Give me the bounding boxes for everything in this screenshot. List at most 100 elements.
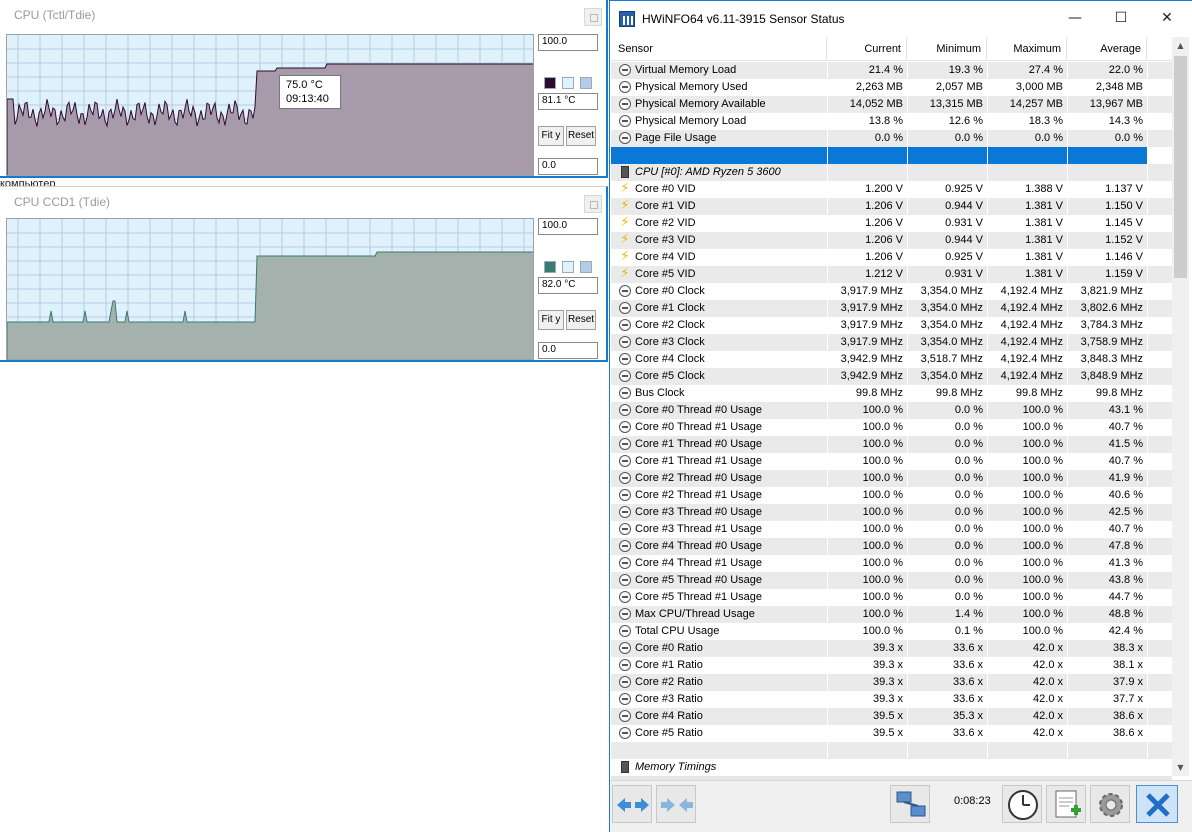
vertical-scrollbar[interactable]: ▲ ▼ [1172, 37, 1189, 776]
background-color-swatch[interactable] [562, 261, 574, 273]
column-header-minimum[interactable]: Minimum [907, 37, 987, 61]
fit-y-button[interactable]: Fit y [538, 126, 564, 146]
graph-window-cpu-ccd1[interactable]: CPU CCD1 (Tdie) 100.0 82.0 °C Fit y Rese… [0, 186, 608, 362]
settings-button[interactable] [1090, 785, 1130, 823]
column-separator [907, 385, 908, 402]
graph-close-button[interactable] [584, 195, 602, 213]
expand-all-button[interactable] [612, 785, 652, 823]
reset-button[interactable]: Reset [566, 310, 596, 330]
background-color-swatch[interactable] [562, 77, 574, 89]
graph-window-cpu-tctl[interactable]: CPU (Tctl/Tdie) 75.0 °C 09:13:40 100.0 8… [0, 0, 608, 178]
table-row[interactable]: Core #0 Thread #1 Usage 100.0 % 0.0 % 100.0… [611, 419, 1172, 436]
column-separator [827, 725, 828, 742]
column-separator [987, 283, 988, 300]
table-row[interactable]: Core #4 Thread #0 Usage 100.0 % 0.0 % 100.0… [611, 538, 1172, 555]
sensor-gauge-icon [619, 404, 631, 416]
table-row[interactable]: ⚡ Core #0 VID 1.200 V 0.925 V 1.388 V 1.137 V [611, 181, 1172, 198]
column-header-maximum[interactable]: Maximum [987, 37, 1067, 61]
table-row[interactable]: ⚡ Core #1 VID 1.206 V 0.944 V 1.381 V 1.150 V [611, 198, 1172, 215]
column-separator [1067, 589, 1068, 606]
sensor-group-row[interactable]: Memory Timings [611, 759, 1172, 776]
grid-color-swatch[interactable] [580, 261, 592, 273]
title-bar[interactable]: HWiNFO64 v6.11-3915 Sensor Status — ☐ ✕ [610, 1, 1192, 35]
fit-y-button[interactable]: Fit y [538, 310, 564, 330]
sensor-label: Core #5 Thread #0 Usage [635, 574, 762, 586]
table-row[interactable]: Core #2 Clock 3,917.9 MHz 3,354.0 MHz 4,192… [611, 317, 1172, 334]
table-row[interactable]: Virtual Memory Load 21.4 % 19.3 % 27.4 % 22.… [611, 62, 1172, 79]
table-row[interactable]: ⚡ Core #3 VID 1.206 V 0.944 V 1.381 V 1.152 V [611, 232, 1172, 249]
table-row[interactable]: Core #3 Thread #0 Usage 100.0 % 0.0 % 100.0… [611, 504, 1172, 521]
table-row[interactable]: Core #1 Thread #0 Usage 100.0 % 0.0 % 100.0… [611, 436, 1172, 453]
sensor-table[interactable]: Sensor Current Minimum Maximum Average V… [611, 37, 1172, 776]
table-row[interactable]: Core #1 Clock 3,917.9 MHz 3,354.0 MHz 4,192… [611, 300, 1172, 317]
add-report-button[interactable] [1046, 785, 1086, 823]
column-header-sensor[interactable]: Sensor [611, 37, 827, 61]
table-row[interactable]: Physical Memory Load 13.8 % 12.6 % 18.3 % 14… [611, 113, 1172, 130]
maximum-value: 100.0 % [1022, 421, 1063, 433]
table-row[interactable]: Core #3 Clock 3,917.9 MHz 3,354.0 MHz 4,192… [611, 334, 1172, 351]
table-row[interactable]: Core #1 Ratio 39.3 x 33.6 x 42.0 x 38.1 x [611, 657, 1172, 674]
table-row[interactable]: Bus Clock 99.8 MHz 99.8 MHz 99.8 MHz 99.8 MH… [611, 385, 1172, 402]
table-row[interactable]: Core #0 Ratio 39.3 x 33.6 x 42.0 x 38.3 x [611, 640, 1172, 657]
table-row[interactable]: Core #4 Clock 3,942.9 MHz 3,518.7 MHz 4,192… [611, 351, 1172, 368]
grid-color-swatch[interactable] [580, 77, 592, 89]
table-row[interactable]: Core #2 Thread #0 Usage 100.0 % 0.0 % 100.0… [611, 470, 1172, 487]
average-value: 1.159 V [1105, 268, 1143, 280]
collapse-all-button[interactable] [656, 785, 696, 823]
graph-min-field[interactable]: 0.0 [538, 158, 598, 175]
minimize-button[interactable]: — [1052, 1, 1098, 35]
scroll-thumb[interactable] [1174, 56, 1187, 278]
scroll-up-arrow-icon[interactable]: ▲ [1172, 37, 1189, 54]
graph-min-field[interactable]: 0.0 [538, 342, 598, 359]
table-row[interactable]: Core #4 Ratio 39.5 x 35.3 x 42.0 x 38.6 x [611, 708, 1172, 725]
table-row[interactable] [611, 147, 1172, 164]
clock-button[interactable] [1002, 785, 1042, 823]
table-row[interactable]: Core #5 Thread #1 Usage 100.0 % 0.0 % 100.0… [611, 589, 1172, 606]
sensor-label: Core #3 Thread #1 Usage [635, 523, 762, 535]
table-row[interactable]: Core #5 Clock 3,942.9 MHz 3,354.0 MHz 4,192… [611, 368, 1172, 385]
table-row[interactable]: Core #0 Thread #0 Usage 100.0 % 0.0 % 100.0… [611, 402, 1172, 419]
table-row[interactable]: ⚡ Core #5 VID 1.212 V 0.931 V 1.381 V 1.159 V [611, 266, 1172, 283]
table-row[interactable]: Core #2 Ratio 39.3 x 33.6 x 42.0 x 37.9 x [611, 674, 1172, 691]
graph-max-field[interactable]: 100.0 [538, 218, 598, 235]
table-row[interactable]: Physical Memory Used 2,263 MB 2,057 MB 3,00… [611, 79, 1172, 96]
column-separator [1147, 113, 1148, 130]
column-header-current[interactable]: Current [827, 37, 907, 61]
graph-plot-area[interactable] [6, 218, 534, 360]
table-row[interactable]: Core #2 Thread #1 Usage 100.0 % 0.0 % 100.0… [611, 487, 1172, 504]
series-color-swatch[interactable] [544, 261, 556, 273]
table-row[interactable]: Physical Memory Available 14,052 MB 13,315… [611, 96, 1172, 113]
table-row[interactable] [611, 742, 1172, 759]
table-row[interactable]: Core #5 Thread #0 Usage 100.0 % 0.0 % 100.0… [611, 572, 1172, 589]
graph-close-button[interactable] [584, 8, 602, 26]
table-row[interactable]: ⚡ Core #4 VID 1.206 V 0.925 V 1.381 V 1.146 V [611, 249, 1172, 266]
table-row[interactable]: Core #0 Clock 3,917.9 MHz 3,354.0 MHz 4,192… [611, 283, 1172, 300]
column-header-average[interactable]: Average [1067, 37, 1147, 61]
sensor-gauge-icon [619, 132, 631, 144]
series-color-swatch[interactable] [544, 77, 556, 89]
current-value: 1.206 V [865, 217, 903, 229]
table-row[interactable]: Page File Usage 0.0 % 0.0 % 0.0 % 0.0 % [611, 130, 1172, 147]
network-button[interactable] [890, 785, 930, 823]
column-separator [907, 351, 908, 368]
sensor-gauge-icon [619, 523, 631, 535]
reset-button[interactable]: Reset [566, 126, 596, 146]
table-row[interactable]: Core #5 Ratio 39.5 x 33.6 x 42.0 x 38.6 x [611, 725, 1172, 742]
network-icon [896, 791, 926, 817]
maximum-value [987, 742, 1063, 759]
table-row[interactable]: ⚡ Core #2 VID 1.206 V 0.931 V 1.381 V 1.145 V [611, 215, 1172, 232]
table-row[interactable]: Max CPU/Thread Usage 100.0 % 1.4 % 100.0 % 4… [611, 606, 1172, 623]
graph-max-field[interactable]: 100.0 [538, 34, 598, 51]
maximize-button[interactable]: ☐ [1098, 1, 1144, 35]
table-row[interactable]: Core #4 Thread #1 Usage 100.0 % 0.0 % 100.0… [611, 555, 1172, 572]
table-row[interactable]: Core #1 Thread #1 Usage 100.0 % 0.0 % 100.0… [611, 453, 1172, 470]
graph-plot-area[interactable]: 75.0 °C 09:13:40 [6, 34, 534, 176]
table-row[interactable]: Core #3 Thread #1 Usage 100.0 % 0.0 % 100.0… [611, 521, 1172, 538]
table-row[interactable]: Core #3 Ratio 39.3 x 33.6 x 42.0 x 37.7 x [611, 691, 1172, 708]
sensor-group-row[interactable]: CPU [#0]: AMD Ryzen 5 3600 [611, 164, 1172, 181]
scroll-down-arrow-icon[interactable]: ▼ [1172, 759, 1189, 776]
close-sensors-button[interactable] [1136, 785, 1178, 823]
table-row[interactable]: Total CPU Usage 100.0 % 0.1 % 100.0 % 42.4 % [611, 623, 1172, 640]
column-separator [1147, 402, 1148, 419]
close-button[interactable]: ✕ [1144, 1, 1190, 35]
